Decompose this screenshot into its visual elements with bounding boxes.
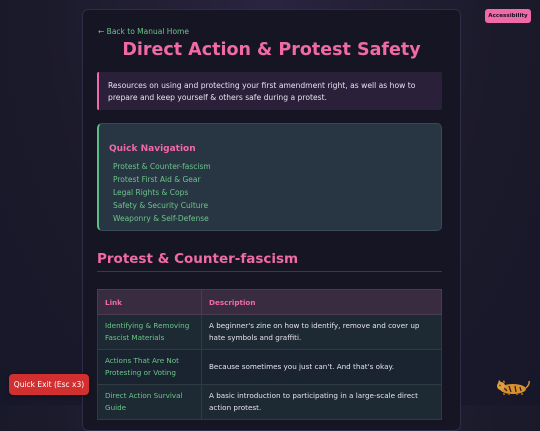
tiger-icon[interactable]: [495, 378, 531, 396]
quick-nav-protest[interactable]: Protest & Counter-fascism: [113, 160, 211, 173]
intro-callout: Resources on using and protecting your f…: [97, 72, 442, 110]
accessibility-button[interactable]: Accessibility: [485, 9, 531, 23]
table-header-row: Link Description: [97, 289, 442, 315]
quick-navigation-title: Quick Navigation: [109, 144, 196, 154]
section-divider: [97, 271, 442, 272]
table-row: Direct Action Survival Guide A basic int…: [97, 384, 442, 420]
back-to-manual-link[interactable]: ← Back to Manual Home: [98, 27, 189, 36]
quick-nav-self-defense[interactable]: Weaponry & Self-Defense: [113, 212, 211, 225]
section-heading: Protest & Counter-fascism: [97, 251, 299, 267]
column-header-description: Description: [201, 289, 442, 315]
column-header-link: Link: [97, 289, 202, 315]
quick-exit-button[interactable]: Quick Exit (Esc x3): [9, 374, 89, 395]
table-row: Actions That Are Not Protesting or Votin…: [97, 349, 442, 385]
content-card: ← Back to Manual Home Direct Action & Pr…: [82, 9, 461, 431]
resource-link[interactable]: Direct Action Survival Guide: [97, 384, 202, 420]
quick-navigation-list: Protest & Counter-fascism Protest First …: [113, 160, 211, 225]
resource-link[interactable]: Actions That Are Not Protesting or Votin…: [97, 349, 202, 385]
resources-table: Link Description Identifying & Removing …: [97, 289, 442, 420]
quick-nav-first-aid[interactable]: Protest First Aid & Gear: [113, 173, 211, 186]
resource-description: A beginner's zine on how to identify, re…: [201, 314, 442, 350]
resource-description: Because sometimes you just can't. And th…: [201, 349, 442, 385]
page-title: Direct Action & Protest Safety: [122, 40, 421, 60]
quick-nav-legal-rights[interactable]: Legal Rights & Cops: [113, 186, 211, 199]
table-row: Identifying & Removing Fascist Materials…: [97, 314, 442, 350]
quick-navigation-box: Quick Navigation Protest & Counter-fasci…: [97, 123, 442, 231]
resource-description: A basic introduction to participating in…: [201, 384, 442, 420]
resource-link[interactable]: Identifying & Removing Fascist Materials: [97, 314, 202, 350]
quick-nav-security-culture[interactable]: Safety & Security Culture: [113, 199, 211, 212]
